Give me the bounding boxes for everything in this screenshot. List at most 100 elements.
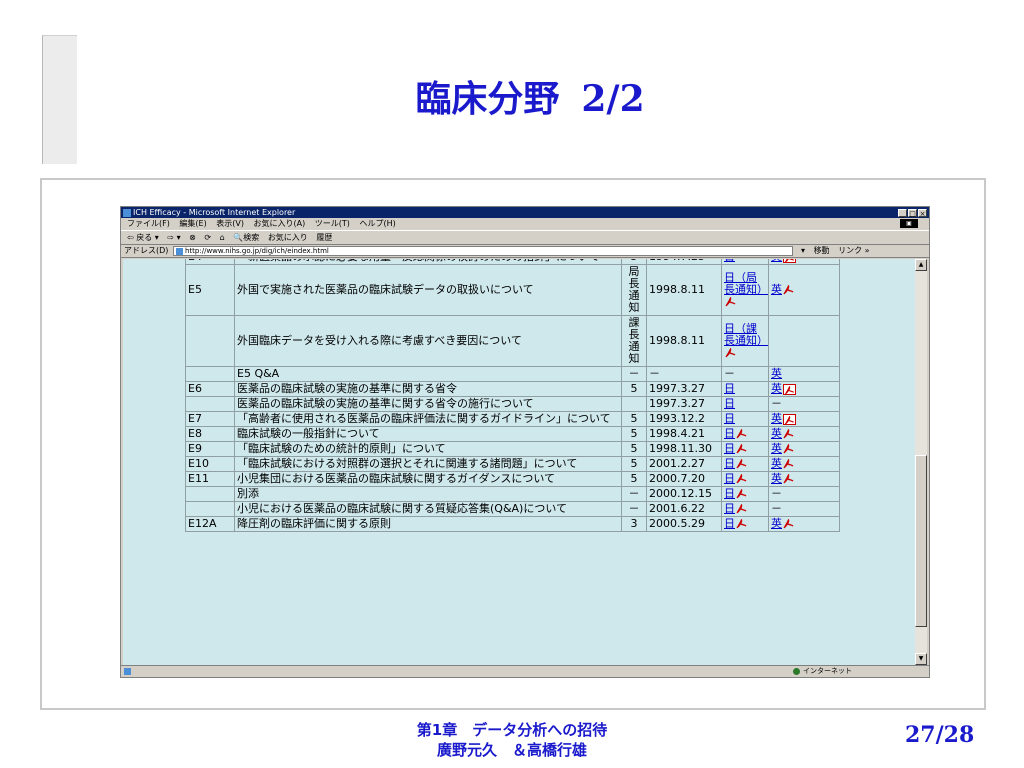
pdf-icon[interactable] — [784, 259, 795, 263]
pdf-icon[interactable] — [784, 386, 795, 395]
go-button[interactable]: 移動 — [814, 246, 830, 255]
pdf-icon[interactable] — [736, 444, 747, 454]
cell-english: 英 — [768, 456, 840, 472]
cell-date: 2000.5.29 — [646, 516, 722, 532]
pdf-icon[interactable] — [725, 297, 736, 307]
address-dropdown-icon[interactable]: ▾ — [801, 246, 805, 255]
refresh-icon[interactable]: ⟳ — [204, 233, 211, 242]
page-number: 27/28 — [905, 722, 975, 748]
pdf-icon[interactable] — [736, 489, 747, 499]
cell-english-text[interactable]: 英 — [771, 442, 782, 455]
forward-button[interactable]: ⇨ ▾ — [167, 233, 180, 242]
cell-japanese-text[interactable]: 日 — [724, 397, 735, 410]
table-row: E7 「高齢者に使用される医薬品の臨床評価法に関するガイドライン」について 5 199… — [185, 411, 840, 427]
cell-english: 英 — [768, 441, 840, 457]
menu-view[interactable]: 表示(V) — [216, 219, 244, 228]
vertical-scrollbar[interactable]: ▲ ▼ — [915, 259, 927, 665]
pdf-box-icon[interactable] — [783, 383, 796, 395]
cell-japanese-text[interactable]: 日 — [724, 412, 735, 425]
cell-japanese: 日 — [721, 501, 769, 517]
cell-date-text: 2000.12.15 — [649, 487, 712, 500]
menu-tools[interactable]: ツール(T) — [315, 219, 350, 228]
cell-english-text[interactable]: 英 — [771, 427, 782, 440]
cell-japanese-text[interactable]: 日 — [724, 517, 735, 530]
pdf-icon[interactable] — [783, 519, 794, 529]
home-icon[interactable]: ⌂ — [220, 233, 225, 242]
cell-code — [185, 366, 235, 382]
close-icon[interactable]: × — [918, 209, 927, 218]
cell-english-text[interactable]: 英 — [771, 259, 782, 263]
pdf-icon[interactable] — [783, 429, 794, 439]
back-button[interactable]: ⇦ 戻る ▾ — [127, 233, 159, 242]
pdf-icon[interactable] — [783, 444, 794, 454]
cell-japanese-text[interactable]: 日 — [724, 502, 735, 515]
cell-title-text: 小児集団における医薬品の臨床試験に関するガイダンスについて — [237, 472, 556, 485]
cell-title-text: 小児における医薬品の臨床試験に関する質疑応答集(Q&A)について — [237, 502, 568, 515]
cell-type: － — [621, 366, 647, 382]
cell-japanese-text[interactable]: 日（課長通知） — [724, 322, 768, 347]
table-row: 医薬品の臨床試験の実施の基準に関する省令の施行について 1997.3.27 日 － — [185, 396, 840, 412]
history-button[interactable]: 履歴 — [316, 233, 332, 242]
scroll-up-icon[interactable]: ▲ — [915, 259, 927, 271]
menu-help[interactable]: ヘルプ(H) — [359, 219, 395, 228]
cell-english-text[interactable]: 英 — [771, 472, 782, 485]
table-row: E8 臨床試験の一般指針について 5 1998.4.21 日 英 — [185, 426, 840, 442]
pdf-icon[interactable] — [725, 348, 736, 358]
menu-edit[interactable]: 編集(E) — [179, 219, 206, 228]
cell-english-text[interactable]: 英 — [771, 367, 782, 380]
cell-english-text: － — [771, 397, 782, 410]
cell-japanese-text[interactable]: 日 — [724, 442, 735, 455]
cell-date: 1993.12.2 — [646, 411, 722, 427]
menu-file[interactable]: ファイル(F) — [127, 219, 170, 228]
cell-type: － — [621, 501, 647, 517]
cell-english-text[interactable]: 英 — [771, 382, 782, 395]
cell-japanese-text[interactable]: 日 — [724, 472, 735, 485]
pdf-box-icon[interactable] — [783, 259, 796, 263]
status-page-icon — [124, 668, 131, 675]
cell-title: 小児における医薬品の臨床試験に関する質疑応答集(Q&A)について — [234, 501, 622, 517]
pdf-icon[interactable] — [736, 504, 747, 514]
maximize-icon[interactable]: □ — [908, 209, 917, 218]
cell-japanese-text[interactable]: 日 — [724, 427, 735, 440]
cell-english-text[interactable]: 英 — [771, 457, 782, 470]
favorites-button[interactable]: お気に入り — [268, 233, 308, 242]
cell-japanese-text[interactable]: 日 — [724, 259, 735, 263]
cell-date-text: 1997.3.27 — [649, 382, 705, 395]
pdf-icon[interactable] — [783, 459, 794, 469]
search-button[interactable]: 🔍検索 — [233, 233, 259, 242]
cell-japanese-text[interactable]: 日 — [724, 457, 735, 470]
cell-japanese-text[interactable]: 日（局長通知） — [724, 271, 768, 296]
cell-type-text: － — [628, 367, 640, 380]
cell-date-text: 1993.12.2 — [649, 412, 705, 425]
pdf-icon[interactable] — [783, 474, 794, 484]
address-url: http://www.nihs.go.jp/dig/ich/eindex.htm… — [185, 247, 329, 255]
cell-code-text: E5 — [188, 283, 202, 296]
links-button[interactable]: リンク » — [838, 246, 869, 255]
cell-english-text[interactable]: 英 — [771, 412, 782, 425]
cell-english-text[interactable]: 英 — [771, 283, 782, 296]
cell-date: 2001.6.22 — [646, 501, 722, 517]
pdf-icon[interactable] — [783, 285, 794, 295]
cell-date: 1998.8.11 — [646, 315, 722, 367]
cell-type: 5 — [621, 471, 647, 487]
minimize-icon[interactable]: _ — [898, 209, 907, 218]
pdf-icon[interactable] — [736, 459, 747, 469]
cell-japanese-text: － — [724, 367, 735, 380]
cell-japanese-text[interactable]: 日 — [724, 382, 735, 395]
cell-japanese-text[interactable]: 日 — [724, 487, 735, 500]
cell-japanese: 日 — [721, 426, 769, 442]
stop-icon[interactable]: ⊗ — [189, 233, 196, 242]
cell-english-text[interactable]: 英 — [771, 517, 782, 530]
cell-title: 別添 — [234, 486, 622, 502]
pdf-icon[interactable] — [736, 429, 747, 439]
address-input[interactable]: http://www.nihs.go.jp/dig/ich/eindex.htm… — [173, 246, 793, 256]
scroll-down-icon[interactable]: ▼ — [915, 653, 927, 665]
pdf-box-icon[interactable] — [783, 413, 796, 425]
menu-favorites[interactable]: お気に入り(A) — [254, 219, 306, 228]
scroll-thumb[interactable] — [915, 455, 927, 627]
pdf-icon[interactable] — [784, 416, 795, 425]
cell-date: 1997.3.27 — [646, 381, 722, 397]
pdf-icon[interactable] — [736, 474, 747, 484]
cell-title-text: 「新医薬品の承認に必要な用量一反応関係の検討のための指針」について — [237, 259, 600, 263]
pdf-icon[interactable] — [736, 519, 747, 529]
